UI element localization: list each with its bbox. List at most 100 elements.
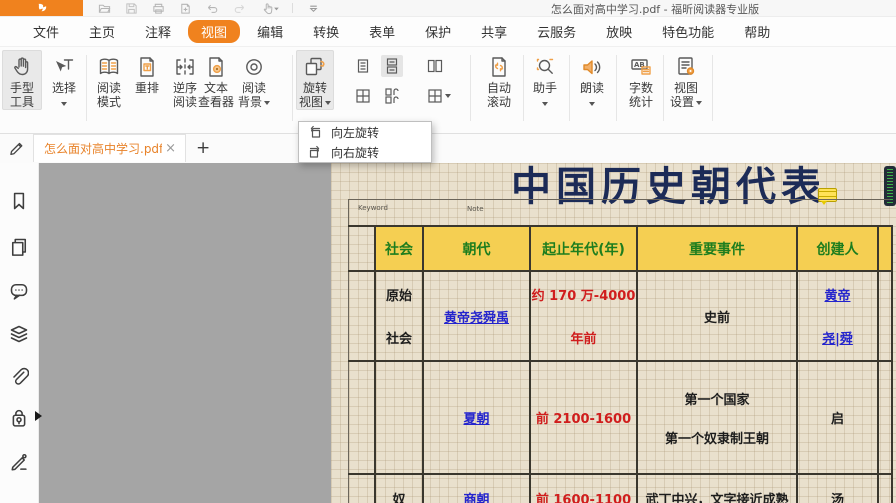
- rotate-right-label: 向右旋转: [331, 144, 379, 161]
- dynasty-link[interactable]: 夏朝: [463, 408, 489, 427]
- rotate-view-button[interactable]: 旋转视图: [296, 50, 334, 110]
- event-line-1: 史前: [704, 307, 730, 326]
- reverse-reading-label-1: 逆序: [173, 81, 197, 95]
- document-tab-label: 怎么面对高中学习.pdf: [44, 140, 162, 157]
- rotate-view-label-1: 旋转: [303, 81, 327, 95]
- single-page-view-button[interactable]: [352, 55, 374, 77]
- years-line-1: 前 1600-1100: [536, 489, 631, 503]
- close-tab-icon[interactable]: ×: [162, 142, 179, 155]
- document-viewer[interactable]: 中国历史朝代表 Keyword Note 社会 朝代 起止年代(年) 重要事件: [39, 163, 896, 503]
- add-tab-icon[interactable]: +: [196, 137, 210, 159]
- view-settings-label-2: 设置: [670, 95, 694, 109]
- menu-view[interactable]: 视图: [188, 20, 240, 43]
- event-line-2: 第一个奴隶制王朝: [665, 428, 769, 447]
- read-mode-button[interactable]: 阅读模式: [89, 50, 129, 109]
- word-count-button[interactable]: AB 字数统计: [623, 50, 659, 109]
- menu-slideshow[interactable]: 放映: [591, 20, 647, 43]
- dynasty-link[interactable]: 黄帝尧舜禹: [444, 307, 509, 326]
- cell-years: 前 1600-1100: [531, 475, 638, 503]
- toolbar-separator: [86, 55, 87, 121]
- menu-help[interactable]: 帮助: [729, 20, 785, 43]
- rotate-view-icon: [302, 53, 328, 81]
- continuous-view-button[interactable]: [381, 55, 403, 77]
- facing-view-button[interactable]: [424, 55, 446, 77]
- text-viewer-button[interactable]: 文本查看器: [196, 50, 236, 109]
- save-icon[interactable]: [124, 1, 138, 15]
- redo-icon[interactable]: [232, 1, 246, 15]
- annotate-pencil-icon[interactable]: [8, 139, 26, 161]
- menu-cloud[interactable]: 云服务: [522, 20, 591, 43]
- dynasty-table: 社会 朝代 起止年代(年) 重要事件 创建人 原始 社会: [348, 225, 893, 503]
- security-panel-icon[interactable]: [9, 409, 29, 429]
- layers-panel-icon[interactable]: [9, 324, 29, 344]
- rotate-left-menu-item[interactable]: 向左旋转: [299, 122, 431, 142]
- header-clipped-column: [879, 227, 893, 270]
- view-ribbon-toolbar: 手型工具 选择 阅读模式 重排 逆序阅读: [0, 47, 896, 134]
- text-viewer-label-2: 查看器: [198, 95, 234, 109]
- undo-icon[interactable]: [205, 1, 219, 15]
- assistant-label: 助手: [533, 81, 557, 95]
- toolbar-separator: [616, 55, 617, 121]
- view-settings-icon: [674, 53, 698, 81]
- table-row: 奴 商朝 前 1600-1100 武丁中兴，文字接近成熟 汤: [348, 475, 893, 503]
- text-viewer-icon: [204, 53, 228, 81]
- document-tab[interactable]: 怎么面对高中学习.pdf ×: [33, 134, 186, 162]
- pages-panel-icon[interactable]: [9, 237, 29, 257]
- menu-form[interactable]: 表单: [354, 20, 410, 43]
- select-tool-button[interactable]: 选择: [45, 50, 83, 109]
- main-content: 中国历史朝代表 Keyword Note 社会 朝代 起止年代(年) 重要事件: [0, 163, 896, 503]
- split-view-icon: [427, 88, 443, 104]
- quad-pages-icon: [355, 88, 371, 104]
- header-founder: 创建人: [798, 227, 879, 270]
- view-settings-button[interactable]: 视图设置: [668, 50, 704, 109]
- pdf-document-title: 中国历史朝代表: [481, 163, 856, 212]
- read-aloud-button[interactable]: 朗读: [576, 50, 608, 109]
- assistant-caret-icon: [542, 102, 548, 106]
- menu-edit[interactable]: 编辑: [242, 20, 298, 43]
- page-layout-more-button[interactable]: [424, 85, 454, 107]
- reading-background-label-2: 背景: [238, 95, 262, 109]
- menu-file[interactable]: 文件: [18, 20, 74, 43]
- menu-home[interactable]: 主页: [74, 20, 130, 43]
- menu-protect[interactable]: 保护: [410, 20, 466, 43]
- menu-comment[interactable]: 注释: [130, 20, 186, 43]
- print-icon[interactable]: [151, 1, 165, 15]
- quad-page-view-button[interactable]: [352, 85, 374, 107]
- page-layout-caret-icon: [445, 94, 451, 98]
- touch-mode-icon[interactable]: [259, 1, 279, 15]
- menu-share[interactable]: 共享: [466, 20, 522, 43]
- auto-scroll-label-2: 滚动: [487, 95, 511, 109]
- auto-scroll-label-1: 自动: [487, 81, 511, 95]
- reflow-button[interactable]: 重排: [130, 50, 164, 95]
- facing-pages-icon: [427, 58, 443, 74]
- dynasty-link[interactable]: 商朝: [463, 489, 489, 503]
- menu-convert[interactable]: 转换: [298, 20, 354, 43]
- comments-panel-icon[interactable]: [9, 281, 29, 301]
- rotate-right-menu-item[interactable]: 向右旋转: [299, 142, 431, 162]
- pdf-page[interactable]: 中国历史朝代表 Keyword Note 社会 朝代 起止年代(年) 重要事件: [331, 163, 896, 503]
- sidebar-expand-arrow[interactable]: [35, 411, 42, 421]
- export-icon[interactable]: [178, 1, 192, 15]
- founder-link-1[interactable]: 黄帝: [824, 285, 850, 304]
- reading-background-button[interactable]: 阅读背景: [236, 50, 272, 109]
- facing-continuous-view-button[interactable]: [381, 85, 403, 107]
- reflow-page-icon: [135, 53, 159, 81]
- menu-features[interactable]: 特色功能: [647, 20, 729, 43]
- facing-continuous-icon: [384, 88, 400, 104]
- auto-scroll-button[interactable]: 自动滚动: [481, 50, 517, 109]
- cell-society: [376, 362, 424, 473]
- assistant-button[interactable]: 助手: [529, 50, 561, 109]
- signature-panel-icon[interactable]: [9, 451, 29, 471]
- bookmarks-panel-icon[interactable]: [9, 191, 29, 211]
- toolbar-separator: [569, 55, 570, 121]
- speaker-icon: [580, 53, 604, 81]
- hand-tool-button[interactable]: 手型工具: [2, 50, 42, 110]
- toolbar-separator: [470, 55, 471, 121]
- open-file-icon[interactable]: [97, 1, 111, 15]
- cell-years: 约 170 万-4000 年前: [531, 272, 638, 360]
- attachments-panel-icon[interactable]: [9, 367, 29, 387]
- collapse-toolbar-icon[interactable]: [306, 1, 320, 15]
- reverse-reading-label-2: 阅读: [173, 95, 197, 109]
- founder-link-2[interactable]: 尧|舜: [822, 328, 853, 347]
- clipped-cell: [879, 272, 893, 360]
